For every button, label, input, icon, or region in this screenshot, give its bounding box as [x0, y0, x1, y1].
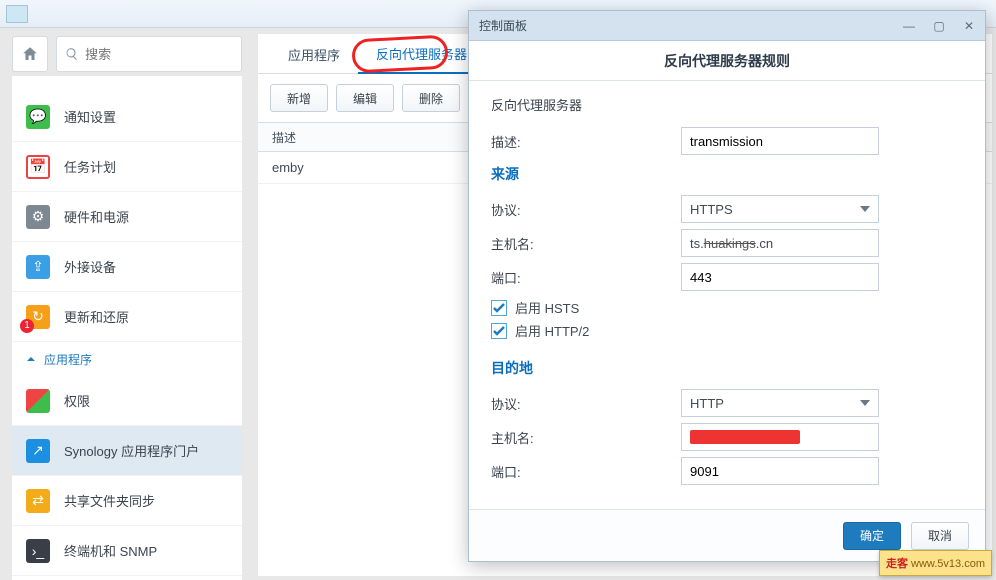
app-icon [6, 5, 28, 23]
column-desc: 描述 [272, 129, 296, 146]
dialog-body: 反向代理服务器 描述: 来源 协议: HTTPS 主机名: ts.huaking… [469, 81, 985, 509]
maximize-icon[interactable]: ▢ [933, 20, 945, 32]
tab-apps[interactable]: 应用程序 [270, 34, 358, 74]
dest-section-title: 目的地 [491, 358, 963, 378]
sidebar-item-update[interactable]: ↻ 1 更新和还原 [12, 292, 242, 342]
src-port-label: 端口: [491, 268, 681, 287]
dst-protocol-value: HTTP [690, 396, 724, 411]
edit-button[interactable]: 编辑 [336, 84, 394, 112]
dst-host-input[interactable] [681, 423, 879, 451]
sidebar-item-task[interactable]: 📅 任务计划 [12, 142, 242, 192]
src-protocol-value: HTTPS [690, 202, 733, 217]
portal-icon: ↗ [26, 439, 50, 463]
sidebar-item-notify[interactable]: 💬 通知设置 [12, 92, 242, 142]
dst-protocol-select[interactable]: HTTP [681, 389, 879, 417]
source-section-title: 来源 [491, 164, 963, 184]
src-host-input[interactable]: ts.huakings.cn [681, 229, 879, 257]
src-host-label: 主机名: [491, 234, 681, 253]
sidebar-item-label: 权限 [64, 391, 90, 410]
dst-port-input[interactable] [681, 457, 879, 485]
calendar-icon: 📅 [26, 155, 50, 179]
sidebar-item-external[interactable]: ⇪ 外接设备 [12, 242, 242, 292]
search-icon [65, 46, 79, 62]
watermark: 走客 www.5v13.com [879, 550, 992, 576]
usb-icon: ⇪ [26, 255, 50, 279]
toolbar [12, 34, 242, 74]
chevron-down-icon [860, 206, 870, 212]
http2-checkbox[interactable]: 启用 HTTP/2 [491, 321, 963, 340]
sidebar-item-label: 更新和还原 [64, 307, 129, 326]
terminal-icon: ›_ [26, 539, 50, 563]
search-box[interactable] [56, 36, 242, 72]
cancel-button[interactable]: 取消 [911, 522, 969, 550]
dialog-window-title: 控制面板 [479, 17, 527, 34]
add-button[interactable]: 新增 [270, 84, 328, 112]
http2-label: 启用 HTTP/2 [515, 321, 589, 340]
sidebar-item-privilege[interactable]: 权限 [12, 376, 242, 426]
sidebar-item-terminal[interactable]: ›_ 终端机和 SNMP [12, 526, 242, 576]
dst-port-label: 端口: [491, 462, 681, 481]
dst-host-label: 主机名: [491, 428, 681, 447]
sidebar-item-label: Synology 应用程序门户 [64, 441, 199, 460]
sidebar-item-sync[interactable]: ⇄ 共享文件夹同步 [12, 476, 242, 526]
sidebar-item-label: 外接设备 [64, 257, 116, 276]
sync-icon: ⇄ [26, 489, 50, 513]
sidebar-item-label: 终端机和 SNMP [64, 541, 157, 560]
chevron-up-icon [26, 354, 36, 364]
dialog-window-bar[interactable]: 控制面板 — ▢ ✕ [469, 11, 985, 41]
sidebar-item-label: 共享文件夹同步 [64, 491, 155, 510]
dst-protocol-label: 协议: [491, 394, 681, 413]
sidebar-item-app-portal[interactable]: ↗ Synology 应用程序门户 [12, 426, 242, 476]
home-icon [21, 45, 39, 63]
sidebar-item-label: 任务计划 [64, 157, 116, 176]
privilege-icon [26, 389, 50, 413]
desc-label: 描述: [491, 132, 681, 151]
sidebar-group-apps[interactable]: 应用程序 [12, 342, 242, 376]
reverse-proxy-dialog: 控制面板 — ▢ ✕ 反向代理服务器规则 反向代理服务器 描述: 来源 协议: … [468, 10, 986, 562]
minimize-icon[interactable]: — [903, 20, 915, 32]
hsts-label: 启用 HSTS [515, 298, 579, 317]
desc-input[interactable] [681, 127, 879, 155]
redacted-text [690, 430, 800, 444]
sidebar-item-label: 硬件和电源 [64, 207, 129, 226]
checkbox-icon [491, 323, 507, 339]
src-protocol-label: 协议: [491, 200, 681, 219]
watermark-url: www.5v13.com [911, 558, 985, 570]
refresh-icon: ↻ 1 [26, 305, 50, 329]
delete-button[interactable]: 删除 [402, 84, 460, 112]
close-icon[interactable]: ✕ [963, 20, 975, 32]
chip-icon: ⚙ [26, 205, 50, 229]
chevron-down-icon [860, 400, 870, 406]
sidebar-group-label: 应用程序 [44, 351, 92, 368]
sidebar: 💬 通知设置 📅 任务计划 ⚙ 硬件和电源 ⇪ 外接设备 ↻ 1 更新和还原 应… [12, 76, 242, 580]
bell-icon: 💬 [26, 105, 50, 129]
update-badge: 1 [20, 319, 34, 333]
home-button[interactable] [12, 36, 48, 72]
hsts-checkbox[interactable]: 启用 HSTS [491, 298, 963, 317]
dialog-subtitle: 反向代理服务器 [491, 95, 963, 114]
watermark-brand: 走客 [886, 558, 908, 570]
src-protocol-select[interactable]: HTTPS [681, 195, 879, 223]
dialog-title: 反向代理服务器规则 [469, 41, 985, 81]
cell-desc: emby [272, 160, 304, 175]
search-input[interactable] [85, 47, 233, 62]
src-port-input[interactable] [681, 263, 879, 291]
sidebar-item-label: 通知设置 [64, 107, 116, 126]
tab-reverse-proxy[interactable]: 反向代理服务器 [358, 34, 485, 74]
sidebar-item-hardware[interactable]: ⚙ 硬件和电源 [12, 192, 242, 242]
checkbox-icon [491, 300, 507, 316]
ok-button[interactable]: 确定 [843, 522, 901, 550]
